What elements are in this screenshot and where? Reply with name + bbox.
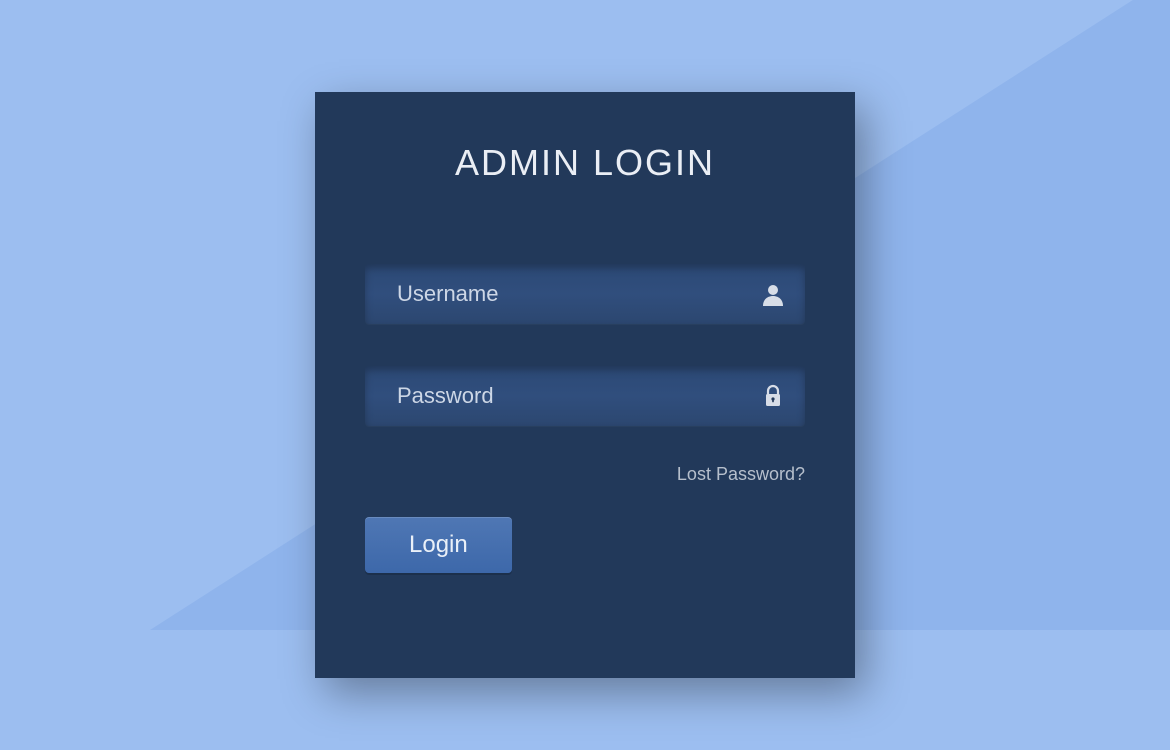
user-icon	[761, 282, 785, 306]
lost-password-link[interactable]: Lost Password?	[365, 464, 805, 485]
lock-icon	[761, 384, 785, 408]
password-field-wrap	[365, 366, 805, 426]
login-form: Lost Password? Login	[315, 264, 855, 573]
login-button[interactable]: Login	[365, 517, 512, 573]
username-input[interactable]	[365, 264, 805, 324]
username-field-wrap	[365, 264, 805, 324]
login-card: ADMIN LOGIN Lost Password	[315, 92, 855, 678]
password-input[interactable]	[365, 366, 805, 426]
page-title: ADMIN LOGIN	[315, 142, 855, 184]
